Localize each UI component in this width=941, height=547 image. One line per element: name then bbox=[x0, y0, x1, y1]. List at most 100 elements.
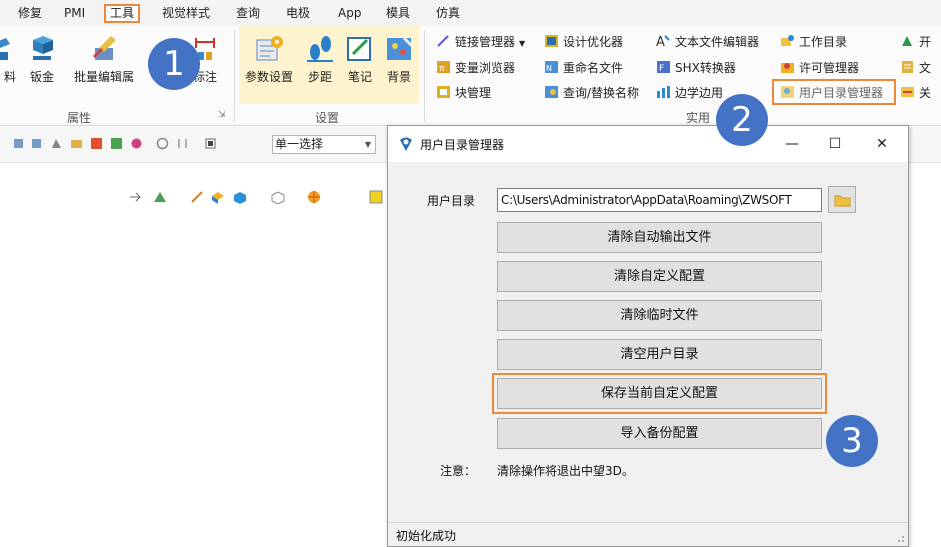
find-replace-icon bbox=[545, 86, 558, 98]
group-expand-icon[interactable]: ⇲ bbox=[218, 110, 226, 120]
maximize-icon[interactable]: ☐ bbox=[825, 134, 845, 154]
license-manager-icon bbox=[781, 63, 794, 73]
close-item-icon bbox=[901, 87, 914, 97]
learn-icon bbox=[657, 86, 670, 98]
learn-as-you-go-button[interactable]: 边学边用 bbox=[656, 83, 723, 103]
import-backup-config-button[interactable]: 导入备份配置 bbox=[497, 418, 822, 449]
variable-browser-icon: π bbox=[437, 61, 450, 74]
menu-repair[interactable]: 修复 bbox=[18, 4, 42, 23]
selection-mode-select[interactable]: 单一选择 ▼ bbox=[272, 135, 376, 154]
save-current-custom-config-button[interactable]: 保存当前自定义配置 bbox=[492, 373, 827, 414]
open-icon bbox=[902, 36, 912, 46]
variable-browser-button[interactable]: π 变量浏览器 bbox=[436, 58, 515, 78]
toolbar-tool-icon[interactable] bbox=[204, 137, 217, 150]
text-file-editor-button[interactable]: A 文本文件编辑器 bbox=[656, 32, 759, 52]
toolbar-tool-icon[interactable] bbox=[176, 137, 189, 150]
sheet-metal-icon bbox=[33, 36, 53, 60]
working-directory-icon bbox=[781, 35, 794, 46]
svg-text:F: F bbox=[659, 64, 664, 74]
link-icon bbox=[437, 35, 449, 47]
note-text: 清除操作将退出中望3D。 bbox=[497, 464, 634, 478]
svg-text:N: N bbox=[546, 64, 552, 73]
material-icon bbox=[0, 38, 10, 60]
clear-custom-config-button[interactable]: 清除自定义配置 bbox=[497, 261, 822, 292]
status-text: 初始化成功 bbox=[396, 529, 457, 543]
step-badge-3: 3 bbox=[826, 415, 878, 467]
find-replace-names-button[interactable]: 查询/替换名称 bbox=[544, 83, 639, 103]
design-optimizer-button[interactable]: 设计优化器 bbox=[544, 32, 623, 52]
menu-mold[interactable]: 模具 bbox=[386, 4, 410, 23]
app-logo-icon bbox=[400, 137, 412, 151]
toolbar-tool-icon[interactable] bbox=[12, 137, 25, 150]
view-tool-icon[interactable] bbox=[368, 190, 384, 204]
note-label: 注意： bbox=[440, 464, 477, 478]
settings-group-label: 设置 bbox=[315, 111, 340, 125]
notes-button[interactable]: 笔记 bbox=[344, 34, 376, 85]
close-item-button[interactable]: 关 bbox=[900, 83, 931, 103]
minimize-icon[interactable]: — bbox=[782, 134, 802, 154]
palette-icon bbox=[387, 36, 414, 60]
view-tool-icon[interactable] bbox=[152, 190, 168, 204]
folder-icon bbox=[834, 195, 851, 207]
dialog-status-bar: 初始化成功 bbox=[388, 522, 908, 546]
empty-user-directory-button[interactable]: 清空用户目录 bbox=[497, 339, 822, 370]
parameter-settings-button[interactable]: 参数设置 bbox=[243, 34, 295, 85]
menu-simulation[interactable]: 仿真 bbox=[436, 4, 460, 23]
material-button[interactable]: 料 bbox=[0, 34, 24, 85]
menu-pmi[interactable]: PMI bbox=[64, 4, 85, 23]
toolbar-tool-icon[interactable] bbox=[156, 137, 169, 150]
ribbon-separator bbox=[234, 30, 235, 122]
block-manager-button[interactable]: 块管理 bbox=[436, 83, 491, 103]
ribbon-separator bbox=[424, 30, 425, 122]
step-distance-button[interactable]: 步距 bbox=[304, 34, 336, 85]
browse-folder-button[interactable] bbox=[828, 186, 856, 213]
block-manager-icon bbox=[437, 86, 450, 98]
view-tool-icon[interactable] bbox=[306, 190, 322, 204]
dialog-titlebar[interactable]: 用户目录管理器 — ☐ ✕ bbox=[388, 126, 908, 162]
attribute-group-label: 属性 bbox=[67, 111, 92, 125]
chevron-down-icon[interactable]: ▼ bbox=[519, 39, 525, 48]
user-directory-label: 用户目录 bbox=[427, 194, 476, 208]
toolbar-tool-icon[interactable] bbox=[110, 137, 123, 150]
utility-group-label: 实用 bbox=[686, 111, 711, 125]
step-badge-2: 2 bbox=[716, 94, 768, 146]
rename-file-button[interactable]: N 重命名文件 bbox=[544, 58, 623, 78]
text-editor-icon: A bbox=[656, 35, 670, 48]
user-directory-field[interactable]: C:\Users\Administrator\AppData\Roaming\Z… bbox=[497, 188, 822, 212]
view-tool-icon[interactable] bbox=[128, 190, 144, 204]
shx-converter-button[interactable]: F SHX转换器 bbox=[656, 58, 736, 78]
open-button[interactable]: 开 bbox=[900, 32, 931, 52]
menu-app[interactable]: App bbox=[338, 4, 361, 23]
footsteps-icon bbox=[307, 36, 333, 62]
menu-tools[interactable]: 工具 bbox=[104, 4, 141, 23]
view-tool-icon[interactable] bbox=[210, 190, 226, 204]
toolbar-tool-icon[interactable] bbox=[50, 137, 63, 150]
background-button[interactable]: 背景 bbox=[383, 34, 415, 85]
toolbar-tool-icon[interactable] bbox=[70, 137, 83, 150]
view-tool-icon[interactable] bbox=[190, 190, 206, 204]
user-directory-manager-highlight bbox=[772, 79, 896, 105]
menu-query[interactable]: 查询 bbox=[236, 4, 260, 23]
sheet-metal-button[interactable]: 钣金 bbox=[26, 34, 58, 85]
working-directory-button[interactable]: 工作目录 bbox=[780, 32, 847, 52]
dialog-title: 用户目录管理器 bbox=[420, 138, 505, 152]
view-tool-icon[interactable] bbox=[232, 190, 248, 204]
link-manager-button[interactable]: 链接管理器 ▼ bbox=[436, 32, 525, 52]
document-button[interactable]: 文 bbox=[900, 58, 931, 78]
toolbar-tool-icon[interactable] bbox=[90, 137, 103, 150]
resize-grip-icon[interactable] bbox=[895, 533, 905, 543]
close-icon[interactable]: ✕ bbox=[872, 134, 892, 154]
user-directory-manager-dialog: 用户目录管理器 — ☐ ✕ 用户目录 C:\Users\Administrato… bbox=[387, 125, 909, 547]
toolbar-tool-icon[interactable] bbox=[30, 137, 43, 150]
toolbar-tool-icon[interactable] bbox=[130, 137, 143, 150]
view-tool-icon[interactable] bbox=[270, 190, 286, 204]
menu-visual-style[interactable]: 视觉样式 bbox=[162, 4, 210, 23]
clear-auto-output-files-button[interactable]: 清除自动输出文件 bbox=[497, 222, 822, 253]
menu-electrode[interactable]: 电极 bbox=[286, 4, 310, 23]
chevron-down-icon: ▼ bbox=[364, 140, 371, 149]
clear-temp-files-button[interactable]: 清除临时文件 bbox=[497, 300, 822, 331]
notes-icon bbox=[347, 37, 371, 61]
batch-edit-icon bbox=[93, 36, 116, 60]
license-manager-button[interactable]: 许可管理器 bbox=[780, 58, 859, 78]
batch-edit-attributes-button[interactable]: 批量编辑属 bbox=[68, 34, 140, 85]
